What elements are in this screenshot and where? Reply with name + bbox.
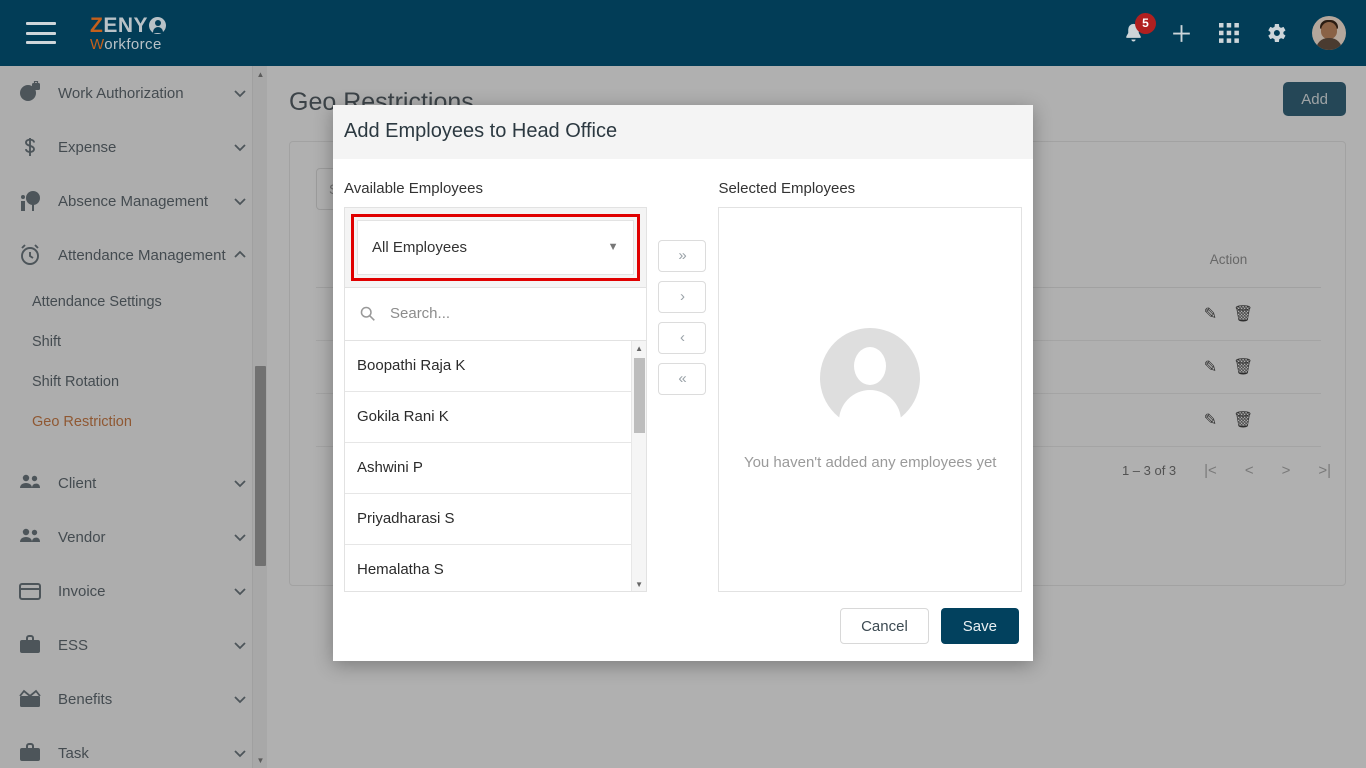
list-item[interactable]: Gokila Rani K (345, 392, 631, 443)
list-item[interactable]: Hemalatha S (345, 545, 631, 591)
employee-list-scrollbar[interactable]: ▲ ▼ (630, 340, 646, 591)
list-item[interactable]: Ashwini P (345, 443, 631, 494)
top-header-bar: Z ENY Workforce 5 (0, 0, 1366, 66)
move-left-button[interactable]: ‹ (658, 321, 707, 354)
app-logo: Z ENY Workforce (90, 13, 167, 52)
transfer-panels: Available Employees All Employees ▼ Sear… (344, 159, 1022, 592)
empty-avatar-icon (820, 327, 921, 432)
employee-search-row[interactable] (344, 287, 647, 341)
scroll-up-arrow-icon[interactable]: ▲ (632, 341, 646, 356)
dialog-body: Available Employees All Employees ▼ Sear… (333, 159, 1033, 592)
bell-icon[interactable]: 5 (1122, 12, 1156, 45)
employee-filter-select[interactable]: All Employees ▼ (357, 219, 634, 275)
selected-employees-label: Selected Employees (718, 179, 856, 197)
logo-w: W (90, 35, 105, 53)
available-employees-label: Available Employees (344, 179, 483, 197)
header-actions: 5 (1122, 12, 1346, 50)
logo-z: Z (90, 13, 104, 37)
plus-icon[interactable] (1169, 21, 1194, 46)
dialog-header: Add Employees to Head Office (333, 105, 1033, 159)
employee-search-input[interactable] (388, 304, 608, 324)
chevron-down-icon: ▼ (607, 241, 619, 254)
selected-employees-panel: Selected Employees You haven't added any… (718, 159, 1022, 592)
list-item[interactable]: Boopathi Raja K (345, 341, 631, 392)
dialog-footer: Cancel Save (333, 592, 1033, 661)
move-all-left-button[interactable]: « (658, 362, 707, 395)
dialog-title: Add Employees to Head Office (344, 120, 618, 143)
gear-icon[interactable] (1264, 21, 1288, 45)
logo-eny: ENY (103, 13, 149, 37)
logo-line-one: Z ENY (90, 13, 167, 37)
cancel-button[interactable]: Cancel (840, 608, 929, 645)
notification-badge: 5 (1135, 12, 1156, 34)
selected-employees-list[interactable]: You haven't added any employees yet (718, 206, 1022, 592)
available-employees-list: Boopathi Raja K Gokila Rani K Ashwini P … (344, 340, 647, 592)
list-item[interactable]: Priyadharasi S (345, 494, 631, 545)
add-employees-dialog: Add Employees to Head Office Available E… (333, 105, 1033, 661)
empty-state-message: You haven't added any employees yet (743, 453, 997, 471)
search-icon (359, 305, 376, 322)
apps-grid-icon[interactable] (1218, 22, 1240, 44)
logo-line-two: Workforce (90, 37, 166, 52)
logo-person-icon (149, 16, 167, 34)
red-highlight-box: All Employees ▼ (351, 213, 640, 281)
hamburger-menu-icon[interactable] (26, 22, 56, 44)
logo-orkforce: orkforce (104, 35, 162, 53)
transfer-buttons-column: » › ‹ « (647, 159, 719, 592)
employee-filter-value: All Employees (372, 238, 468, 256)
available-employees-panel: Available Employees All Employees ▼ Sear… (344, 159, 647, 592)
scroll-down-arrow-icon[interactable]: ▼ (632, 577, 646, 591)
move-right-button[interactable]: › (658, 280, 707, 313)
move-all-right-button[interactable]: » (658, 239, 707, 272)
employee-filter-container: All Employees ▼ (344, 206, 647, 288)
avatar[interactable] (1312, 16, 1346, 50)
employee-list-scrollbar-thumb[interactable] (633, 357, 645, 433)
employee-rows: Boopathi Raja K Gokila Rani K Ashwini P … (345, 341, 631, 591)
save-button[interactable]: Save (940, 608, 1019, 645)
